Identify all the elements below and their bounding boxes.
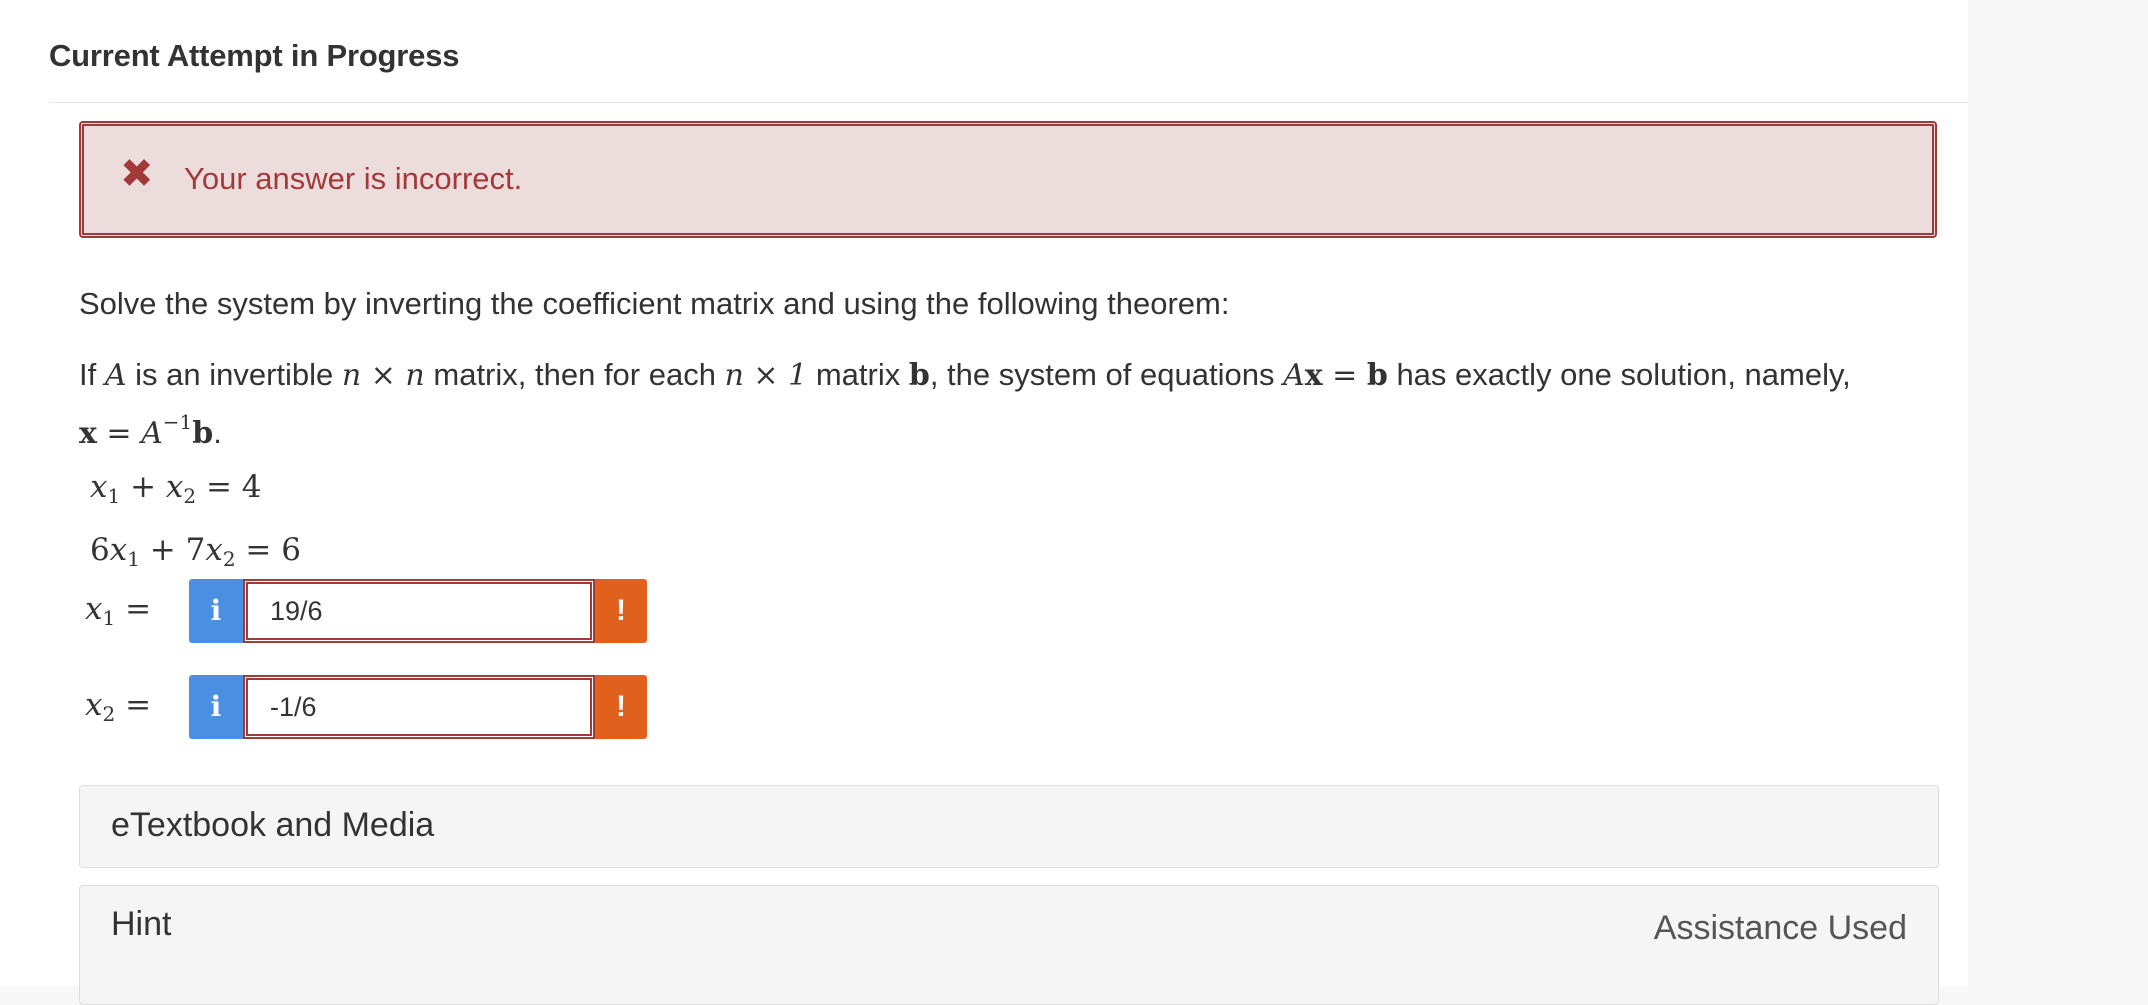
math-var: n × n (341, 358, 425, 393)
math-solution-formula: x = A−1b (79, 410, 214, 451)
math-var: x (85, 687, 103, 723)
math-op: = (115, 591, 152, 627)
page-container: Current Attempt in Progress ✖ Your answe… (0, 0, 1968, 1005)
math-equation-axb: Ax = b (1283, 358, 1388, 393)
math-op: + 7 (139, 532, 206, 568)
answer-label-x2: x2 = (85, 687, 165, 726)
theorem-fragment: is an invertible (126, 357, 342, 392)
answer-input-x1[interactable] (243, 579, 595, 643)
etextbook-panel-title[interactable]: eTextbook and Media (111, 806, 434, 845)
theorem-text: If A is an invertible n × n matrix, then… (79, 352, 1939, 457)
hint-panel[interactable]: Hint Assistance Used (79, 885, 1939, 1005)
math-sub: 1 (107, 484, 121, 508)
theorem-fragment: , the system of equations (929, 357, 1284, 392)
answer-label-x1: x1 = (85, 591, 165, 630)
math-op: = (1322, 358, 1367, 393)
hint-panel-title[interactable]: Hint (111, 905, 171, 944)
theorem-fragment: matrix, then for each (424, 357, 725, 392)
math-exponent: −1 (162, 410, 193, 434)
math-var: A (141, 416, 163, 451)
answer-input-x2[interactable] (243, 675, 595, 739)
math-var: A (1283, 358, 1305, 393)
warning-icon[interactable]: ! (595, 675, 647, 739)
alert-message: Your answer is incorrect. (184, 161, 523, 196)
incorrect-answer-alert: ✖ Your answer is incorrect. (79, 121, 1937, 238)
assistance-used-label: Assistance Used (1653, 909, 1907, 947)
math-var: n × 1 (724, 358, 808, 393)
etextbook-panel[interactable]: eTextbook and Media (79, 785, 1939, 868)
equation-1: x1 + x2 = 4 (90, 460, 301, 523)
math-var: x (85, 591, 103, 627)
info-button[interactable]: i (189, 675, 243, 739)
math-var: b (1366, 358, 1388, 393)
math-rhs: = 6 (235, 532, 301, 568)
math-sub: 2 (183, 484, 197, 508)
math-var: x (1304, 358, 1323, 393)
math-var: A (104, 358, 127, 393)
math-A: A (105, 358, 127, 393)
info-button[interactable]: i (189, 579, 243, 643)
divider (49, 102, 1968, 103)
math-sub: 1 (127, 547, 140, 571)
math-nx1: n × 1 (725, 358, 808, 393)
equation-system: x1 + x2 = 4 6x1 + 7x2 = 6 (90, 460, 301, 586)
math-rhs: = 4 (196, 469, 262, 505)
math-var: x (109, 532, 128, 568)
math-var: x (90, 469, 108, 505)
theorem-fragment: If (79, 357, 105, 392)
math-var: b (908, 358, 930, 393)
math-var: x (165, 469, 184, 505)
math-op: = (96, 416, 142, 451)
math-sub: 2 (222, 547, 236, 571)
warning-icon[interactable]: ! (595, 579, 647, 643)
math-op: = (115, 687, 152, 723)
math-op: + (120, 469, 166, 505)
math-sub: 2 (102, 702, 116, 726)
math-var: x (79, 416, 97, 451)
math-var: b (192, 416, 214, 451)
math-sub: 1 (102, 606, 116, 630)
equation-2: 6x1 + 7x2 = 6 (90, 523, 301, 586)
math-var: x (205, 532, 223, 568)
theorem-fragment: has exactly one solution, namely, (1387, 357, 1851, 392)
theorem-fragment: . (213, 415, 222, 450)
theorem-fragment: matrix (807, 357, 909, 392)
question-prompt: Solve the system by inverting the coeffi… (79, 286, 1230, 321)
math-nxn: n × n (342, 358, 425, 393)
close-icon: ✖ (120, 152, 154, 196)
attempt-title: Current Attempt in Progress (49, 38, 460, 73)
math-coef: 6 (90, 532, 110, 568)
math-b: b (909, 358, 930, 393)
